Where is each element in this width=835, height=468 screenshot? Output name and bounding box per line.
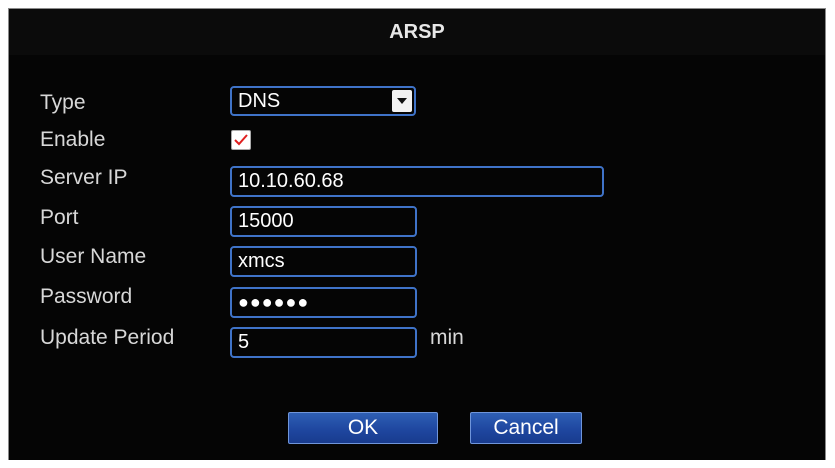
user-name-label: User Name — [40, 245, 147, 268]
type-select[interactable]: DNS — [230, 86, 416, 116]
dialog-title: ARSP — [389, 21, 445, 43]
enable-label: Enable — [40, 128, 106, 151]
ok-button[interactable]: OK — [288, 412, 438, 444]
cancel-button[interactable]: Cancel — [470, 412, 582, 444]
port-label: Port — [40, 206, 79, 229]
check-icon — [234, 134, 248, 146]
type-select-value: DNS — [238, 90, 281, 112]
update-period-field[interactable]: 5 — [230, 327, 417, 358]
dialog-content: Type DNS Enable Server IP 10.10.60.68 Po… — [9, 55, 825, 460]
password-field[interactable]: ●●●●●● — [230, 287, 417, 318]
arsp-dialog: ARSP Type DNS Enable Server IP 10.10.60.… — [8, 8, 826, 460]
user-name-field[interactable]: xmcs — [230, 246, 417, 277]
title-bar: ARSP — [9, 9, 825, 55]
server-ip-field[interactable]: 10.10.60.68 — [230, 166, 604, 197]
type-label: Type — [40, 91, 86, 114]
chevron-down-icon[interactable] — [392, 90, 412, 112]
enable-checkbox[interactable] — [231, 130, 251, 150]
port-field[interactable]: 15000 — [230, 206, 417, 237]
password-label: Password — [40, 285, 133, 308]
server-ip-label: Server IP — [40, 166, 128, 189]
update-period-unit: min — [430, 326, 464, 349]
update-period-label: Update Period — [40, 326, 175, 349]
